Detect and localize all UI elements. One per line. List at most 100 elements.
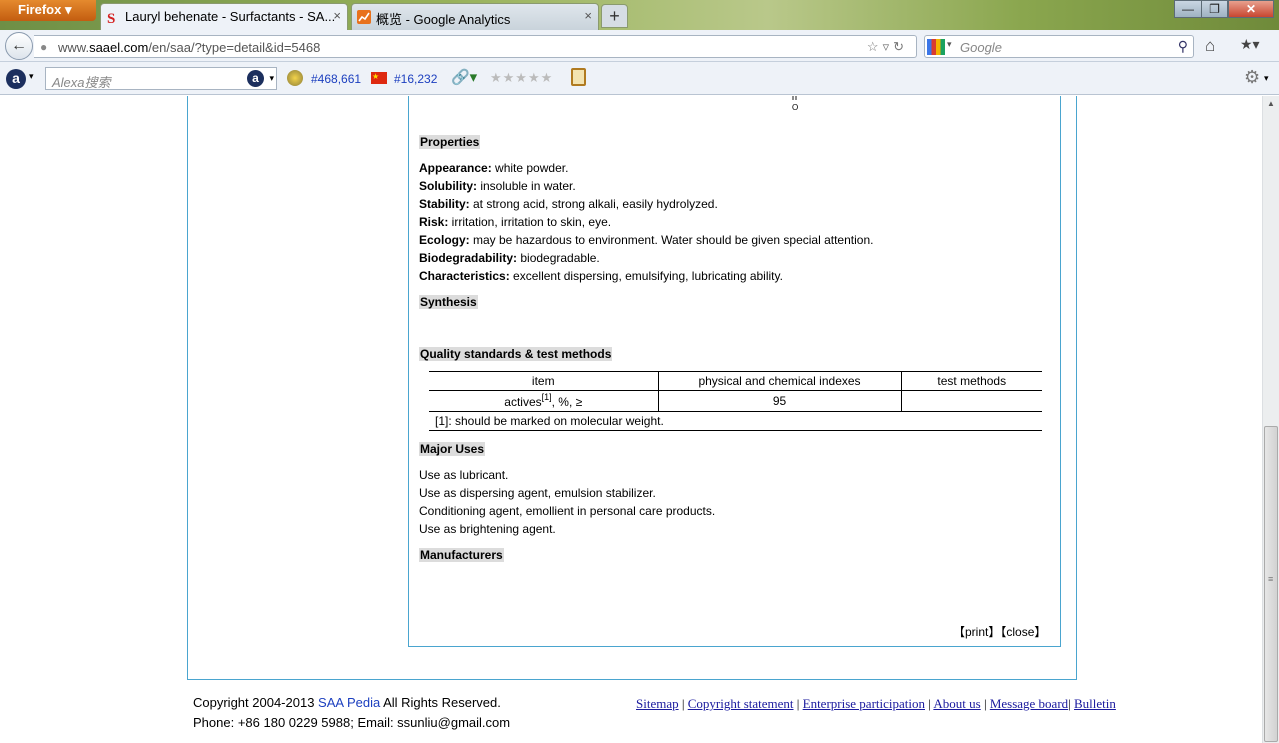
oxygen-label: O xyxy=(792,103,798,112)
arrow-left-icon: ← xyxy=(11,37,27,54)
clipboard-icon[interactable] xyxy=(571,68,586,86)
alexa-toolbar: a ▾ Alexa搜索 a ▾ #468,661 ★ #16,232 🔗▾ ★★… xyxy=(0,62,1279,95)
footer-links: Sitemap | Copyright statement | Enterpri… xyxy=(636,696,1116,712)
property-risk: Risk: irritation, irritation to skin, ey… xyxy=(419,215,611,229)
bulletin-link[interactable]: Bulletin xyxy=(1074,696,1116,711)
property-value: excellent dispersing, emulsifying, lubri… xyxy=(509,269,783,283)
about-us-link[interactable]: About us xyxy=(933,696,980,711)
divider: | xyxy=(793,696,803,711)
table-cell-value: 95 xyxy=(658,390,902,412)
copyright-prefix: Copyright 2004-2013 xyxy=(193,695,319,710)
message-board-link[interactable]: Message board xyxy=(990,696,1068,711)
rating-stars-icon[interactable]: ★★★★★ xyxy=(490,70,553,86)
property-value: white powder. xyxy=(491,161,569,175)
use-item: Use as lubricant. xyxy=(419,468,509,482)
use-item: Use as brightening agent. xyxy=(419,522,556,536)
saa-logo-icon: S xyxy=(107,11,115,24)
quality-heading: Quality standards & test methods xyxy=(419,347,613,361)
property-ecology: Ecology: may be hazardous to environment… xyxy=(419,233,873,247)
alexa-search-input[interactable]: Alexa搜索 a ▾ xyxy=(45,67,277,90)
search-placeholder: Google xyxy=(960,40,1002,55)
chevron-down-icon[interactable]: ▾ xyxy=(1264,73,1269,84)
sitemap-link[interactable]: Sitemap xyxy=(636,696,679,711)
item-name: actives xyxy=(504,395,542,409)
page-content: O Properties Appearance: white powder. S… xyxy=(0,96,1262,743)
property-value: insoluble in water. xyxy=(477,179,576,193)
back-button[interactable]: ← xyxy=(5,32,33,60)
chevron-down-icon[interactable]: ▾ xyxy=(269,73,274,84)
property-value: at strong acid, strong alkali, easily hy… xyxy=(469,197,718,211)
chevron-down-icon[interactable]: ▾ xyxy=(29,71,34,82)
analytics-icon xyxy=(357,10,371,24)
close-link[interactable]: 【close】 xyxy=(1000,625,1046,639)
use-item: Conditioning agent, emollient in persona… xyxy=(419,504,716,518)
divider: | xyxy=(678,696,688,711)
close-tab-icon[interactable]: × xyxy=(333,8,341,23)
column-header: item xyxy=(429,371,659,391)
table-cell-item: actives[1], %, ≥ xyxy=(429,390,659,412)
property-biodegradability: Biodegradability: biodegradable. xyxy=(419,251,600,265)
gear-icon[interactable]: ⚙ xyxy=(1244,67,1260,88)
print-link[interactable]: 【print】 xyxy=(953,625,1000,639)
column-header: test methods xyxy=(901,371,1042,391)
major-uses-heading: Major Uses xyxy=(419,442,486,456)
vertical-scrollbar[interactable]: ▲ ≡ xyxy=(1262,96,1279,743)
alexa-logo-icon[interactable]: a xyxy=(6,69,26,89)
molecule-structure-image: O xyxy=(792,96,798,112)
tab-lauryl-behenate[interactable]: S Lauryl behenate - Surfactants - SA... … xyxy=(100,3,348,30)
manufacturers-heading: Manufacturers xyxy=(419,548,504,562)
table-footnote: [1]: should be marked on molecular weigh… xyxy=(429,411,1042,431)
scroll-up-arrow-icon[interactable]: ▲ xyxy=(1263,96,1279,112)
tab-google-analytics[interactable]: 概览 - Google Analytics × xyxy=(351,3,599,30)
search-bar[interactable]: ▾ Google ⚲ xyxy=(924,35,1194,58)
link-icon[interactable]: 🔗▾ xyxy=(451,68,477,86)
home-icon[interactable]: ⌂ xyxy=(1205,36,1215,56)
item-unit: , %, ≥ xyxy=(551,395,583,409)
firefox-menu-button[interactable]: Firefox ▾ xyxy=(0,0,96,21)
copyright-line: Copyright 2004-2013 SAA Pedia All Rights… xyxy=(193,693,510,713)
svg-text:S: S xyxy=(107,11,115,24)
property-key: Ecology: xyxy=(419,233,470,247)
firefox-menu-label: Firefox xyxy=(18,2,62,17)
copyright-statement-link[interactable]: Copyright statement xyxy=(688,696,794,711)
browser-chrome: Firefox ▾ S Lauryl behenate - Surfactant… xyxy=(0,0,1279,96)
property-solubility: Solubility: insoluble in water. xyxy=(419,179,576,193)
china-flag-icon: ★ xyxy=(371,72,387,84)
property-stability: Stability: at strong acid, strong alkali… xyxy=(419,197,718,211)
saa-pedia-link[interactable]: SAA Pedia xyxy=(318,695,380,710)
enterprise-participation-link[interactable]: Enterprise participation xyxy=(803,696,925,711)
grip-icon: ≡ xyxy=(1268,574,1274,584)
search-icon[interactable]: ⚲ xyxy=(1178,38,1188,55)
property-key: Stability: xyxy=(419,197,470,211)
table-cell-method xyxy=(901,390,1042,412)
property-key: Biodegradability: xyxy=(419,251,518,265)
alexa-search-icon[interactable]: a xyxy=(247,70,264,87)
bookmarks-icon[interactable]: ★▾ xyxy=(1240,36,1260,53)
new-tab-button[interactable]: + xyxy=(601,4,628,28)
chevron-down-icon[interactable]: ▾ xyxy=(947,39,952,50)
maximize-button[interactable]: ❐ xyxy=(1201,0,1228,18)
global-rank[interactable]: #468,661 xyxy=(311,72,361,86)
url-bar[interactable]: ● www.saael.com/en/saa/?type=detail&id=5… xyxy=(34,35,917,58)
dropdown-icon[interactable]: ▿ xyxy=(883,39,894,54)
scroll-thumb[interactable]: ≡ xyxy=(1264,426,1278,742)
country-rank[interactable]: #16,232 xyxy=(394,72,437,86)
column-header: physical and chemical indexes xyxy=(658,371,902,391)
use-item: Use as dispersing agent, emulsion stabil… xyxy=(419,486,656,500)
property-appearance: Appearance: white powder. xyxy=(419,161,568,175)
bookmark-star-icon[interactable]: ☆ xyxy=(867,39,883,54)
close-tab-icon[interactable]: × xyxy=(584,8,592,23)
property-key: Characteristics: xyxy=(419,269,510,283)
table-header-row: item physical and chemical indexes test … xyxy=(429,371,1042,391)
reload-icon[interactable]: ↻ xyxy=(893,39,908,54)
property-value: may be hazardous to environment. Water s… xyxy=(469,233,874,247)
url-domain: saael.com xyxy=(89,40,149,55)
globe-rank-icon[interactable] xyxy=(287,70,303,86)
navigation-toolbar: ← ● www.saael.com/en/saa/?type=detail&id… xyxy=(0,30,1279,62)
close-window-button[interactable]: ✕ xyxy=(1228,0,1274,18)
quality-table: item physical and chemical indexes test … xyxy=(429,371,1042,431)
chevron-down-icon: ▾ xyxy=(64,2,72,17)
property-characteristics: Characteristics: excellent dispersing, e… xyxy=(419,269,783,283)
google-icon[interactable] xyxy=(927,39,945,55)
minimize-button[interactable]: — xyxy=(1174,0,1202,18)
